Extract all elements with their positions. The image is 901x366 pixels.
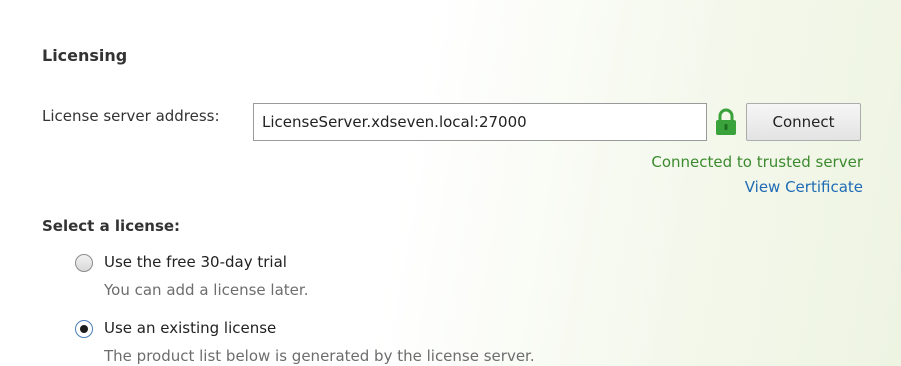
trial-option-label[interactable]: Use the free 30-day trial	[104, 253, 287, 271]
radio-selected-dot	[80, 325, 88, 333]
existing-license-radio-button[interactable]	[75, 320, 93, 338]
licensing-panel: Licensing License server address: Connec…	[0, 0, 901, 366]
trial-option-description: You can add a license later.	[104, 281, 309, 299]
connection-status-text: Connected to trusted server	[651, 153, 863, 171]
select-license-label: Select a license:	[42, 217, 181, 235]
existing-license-option-description: The product list below is generated by t…	[104, 347, 535, 365]
trial-radio-button[interactable]	[75, 254, 93, 272]
view-certificate-link[interactable]: View Certificate	[745, 178, 863, 196]
existing-license-option-label[interactable]: Use an existing license	[104, 319, 276, 337]
section-title: Licensing	[42, 46, 128, 65]
padlock-icon	[715, 108, 737, 136]
license-server-address-input[interactable]	[253, 103, 707, 141]
connect-button[interactable]: Connect	[746, 103, 861, 141]
license-server-address-label: License server address:	[42, 107, 220, 125]
